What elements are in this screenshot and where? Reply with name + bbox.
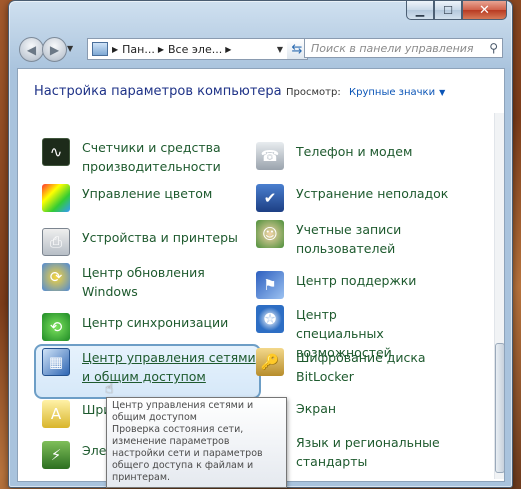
printer-icon: ⎙ bbox=[42, 228, 70, 256]
list-item[interactable]: ✔ Устранение неполадок bbox=[256, 184, 466, 212]
tooltip-description: Проверка состояния сети, изменение парам… bbox=[112, 424, 263, 483]
troubleshooting-icon: ✔ bbox=[256, 184, 284, 212]
list-item[interactable]: 🔑 Шифрование диска BitLocker bbox=[256, 348, 431, 386]
list-item[interactable]: ☺ Учетные записи пользователей bbox=[256, 220, 416, 258]
list-item[interactable]: ☎ Телефон и модем bbox=[256, 142, 466, 170]
list-item[interactable]: Управление цветом bbox=[42, 184, 252, 212]
navigation-bar: ◀ ▶ ▼ ▶ Пан... ▶ Все эле... ▶ ▼ ⇆ Поиск … bbox=[17, 36, 505, 62]
refresh-icon: ⇆ bbox=[291, 41, 303, 57]
action-center-icon: ⚑ bbox=[256, 271, 284, 299]
phone-modem-icon: ☎ bbox=[256, 142, 284, 170]
item-label: Устранение неполадок bbox=[296, 186, 449, 201]
close-button[interactable]: ✕ bbox=[462, 1, 507, 20]
performance-icon: ∿ bbox=[42, 138, 70, 166]
item-label: Устройства и принтеры bbox=[82, 230, 238, 245]
list-item[interactable]: ⚑ Центр поддержки bbox=[256, 271, 466, 299]
item-label: Учетные записи пользователей bbox=[296, 222, 402, 256]
item-tooltip: Центр управления сетями и общим доступом… bbox=[106, 397, 287, 488]
chevron-down-icon: ▼ bbox=[439, 88, 446, 97]
network-center-icon: ▦ bbox=[42, 348, 70, 376]
search-icon[interactable]: ⚲ bbox=[489, 41, 498, 55]
search-placeholder: Поиск в панели управления bbox=[311, 41, 474, 55]
scrollbar-thumb[interactable] bbox=[495, 343, 504, 473]
recent-pages-dropdown[interactable]: ▼ bbox=[67, 44, 73, 53]
vertical-scrollbar[interactable] bbox=[494, 113, 504, 479]
power-options-icon: ⚡ bbox=[42, 441, 70, 469]
item-label: Счетчики и средства производительности bbox=[82, 140, 221, 174]
window-caption-buttons: ▁ ☐ ✕ bbox=[406, 1, 507, 20]
page-title: Настройка параметров компьютера bbox=[34, 84, 282, 99]
maximize-icon: ☐ bbox=[443, 3, 453, 17]
minimize-icon: ▁ bbox=[415, 3, 425, 17]
close-icon: ✕ bbox=[479, 2, 490, 18]
address-bar[interactable]: ▶ Пан... ▶ Все эле... ▶ ▼ bbox=[87, 38, 288, 60]
maximize-button[interactable]: ☐ bbox=[434, 1, 462, 20]
back-arrow-icon: ◀ bbox=[26, 42, 37, 57]
tooltip-title: Центр управления сетями и общим доступом bbox=[112, 400, 254, 423]
list-item[interactable]: ⟲ Центр синхронизации bbox=[42, 313, 252, 341]
view-by-dropdown[interactable]: Крупные значки ▼ bbox=[349, 87, 445, 98]
list-item[interactable]: ∿ Счетчики и средства производительности bbox=[42, 138, 252, 176]
view-by-value: Крупные значки bbox=[349, 87, 436, 98]
breadcrumb-separator-icon[interactable]: ▶ bbox=[225, 45, 231, 54]
search-input[interactable]: Поиск в панели управления ⚲ bbox=[304, 38, 503, 58]
fonts-icon: A bbox=[42, 400, 70, 428]
view-by-label: Просмотр: bbox=[286, 87, 341, 98]
color-management-icon bbox=[42, 184, 70, 212]
windows-update-icon: ⟳ bbox=[42, 263, 70, 291]
address-dropdown-icon[interactable]: ▼ bbox=[277, 45, 283, 54]
control-panel-icon bbox=[92, 42, 108, 56]
forward-button[interactable]: ▶ bbox=[42, 37, 67, 62]
item-label: Центр обновления Windows bbox=[82, 265, 205, 299]
list-item[interactable]: ⟳ Центр обновления Windows bbox=[42, 263, 232, 301]
breadcrumb-control-panel[interactable]: Пан... bbox=[122, 43, 155, 56]
item-label: Экран bbox=[296, 401, 337, 416]
item-label: Шифрование диска BitLocker bbox=[296, 350, 426, 384]
item-label: Центр синхронизации bbox=[82, 315, 229, 330]
hand-cursor-icon: ☝ bbox=[105, 381, 114, 397]
item-label: Управление цветом bbox=[82, 186, 213, 201]
bitlocker-icon: 🔑 bbox=[256, 348, 284, 376]
user-accounts-icon: ☺ bbox=[256, 220, 284, 248]
ease-of-access-icon: ✪ bbox=[256, 305, 284, 333]
sync-center-icon: ⟲ bbox=[42, 313, 70, 341]
breadcrumb-separator-icon[interactable]: ▶ bbox=[112, 45, 118, 54]
breadcrumb-separator-icon[interactable]: ▶ bbox=[158, 45, 164, 54]
item-label: Язык и региональные стандарты bbox=[296, 435, 440, 469]
list-item[interactable]: ▦ Центр управления сетями и общим доступ… bbox=[42, 348, 257, 386]
forward-arrow-icon: ▶ bbox=[49, 42, 60, 57]
item-label: Центр поддержки bbox=[296, 273, 417, 288]
back-button[interactable]: ◀ bbox=[19, 37, 44, 62]
list-item[interactable]: ⎙ Устройства и принтеры bbox=[42, 228, 252, 256]
breadcrumb-all-items[interactable]: Все эле... bbox=[168, 43, 222, 56]
minimize-button[interactable]: ▁ bbox=[406, 1, 434, 20]
item-label: Телефон и модем bbox=[296, 144, 413, 159]
